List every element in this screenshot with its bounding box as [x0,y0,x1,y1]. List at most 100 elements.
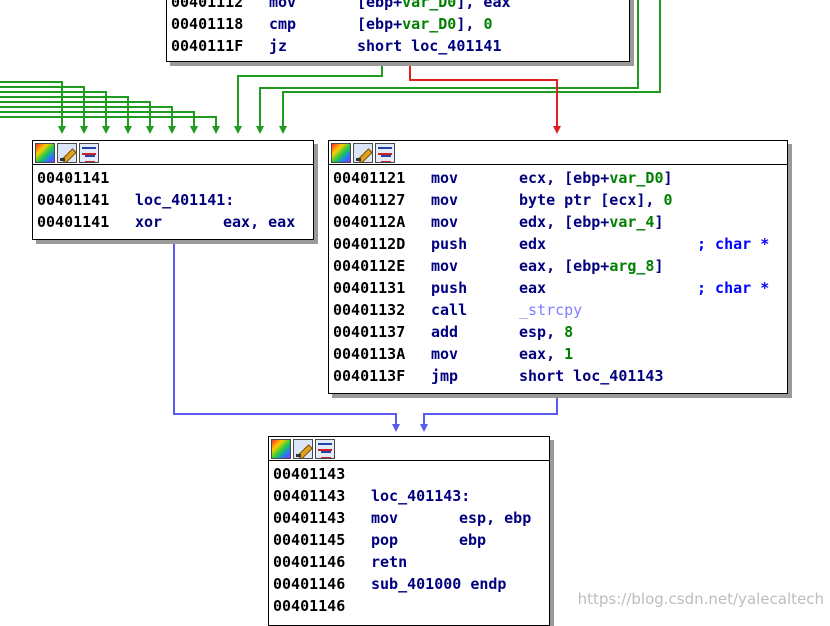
operand: edx [519,235,547,253]
address: 00401141 [37,213,110,231]
asm-line: 00401145 pop ebp [273,529,549,551]
operand: [ebp+ [357,15,403,33]
operand: ecx, [ebp+ [519,169,610,187]
asm-line: 00401121 mov ecx, [ebp+ var_D0] [333,167,787,189]
operand: eax, [ebp+ [519,257,610,275]
mnemonic: mov [431,257,459,275]
variable: var_D0 [402,0,457,11]
variable: arg_8 [609,257,655,275]
false-branch-edge [409,62,561,134]
graph-overview-icon[interactable] [315,438,335,459]
address: 0040112E [333,257,406,275]
address: 00401143 [273,465,346,483]
operand: ] [663,169,673,187]
address: 00401146 [273,553,346,571]
asm-line: 00401141 [37,167,313,189]
operand: eax, [519,345,565,363]
asm-line: 0040113A mov eax, 1 [333,343,787,365]
address: 0040113A [333,345,406,363]
asm-line: 0040113F jmp short loc_401143 [333,365,787,387]
mnemonic: call [431,301,468,319]
operand: ebp [459,531,487,549]
asm-line: 00401137 add esp, 8 [333,321,787,343]
watermark: https://blog.csdn.net/yalecaltech [577,590,824,608]
comment: ; char * [697,235,770,253]
mnemonic: mov [269,0,297,11]
code-block-top[interactable]: 00401112 mov [ebp+ var_D0], eax 00401118 … [166,0,630,62]
asm-line: 00401132 call _strcpy [333,299,787,321]
operand: esp, [519,323,565,341]
true-branch-edge [0,111,198,134]
node-header [269,437,549,461]
color-palette-icon[interactable] [271,438,291,459]
mnemonic: push [431,235,468,253]
code-block-loc-401141[interactable]: 00401141 00401141 loc_401141: 00401141 x… [32,140,314,240]
operand: ], [456,15,484,33]
mnemonic: xor [135,213,163,231]
asm-line: 00401118 cmp [ebp+ var_D0], 0 [171,13,629,35]
asm-line: 00401146 retn [273,551,549,573]
operand: byte ptr [ecx], [519,191,664,209]
color-palette-icon[interactable] [35,142,55,163]
color-palette-icon[interactable] [331,142,351,163]
operand: short loc_401143 [519,367,664,385]
graph-overview-icon[interactable] [375,142,395,163]
true-branch-edge [0,86,88,134]
asm-line: 00401146 [273,595,549,617]
address: 00401132 [333,301,406,319]
mnemonic: add [431,323,459,341]
address: 0040112D [333,235,406,253]
address: 00401141 [37,169,110,187]
symbol[interactable]: _strcpy [519,299,582,321]
operand: eax, eax [223,213,296,231]
code-block-401121[interactable]: 00401121 mov ecx, [ebp+ var_D0] 00401127 mov b… [328,140,788,394]
operand: short loc_401141 [357,37,502,55]
number: 1 [564,345,574,363]
mnemonic: mov [371,509,399,527]
mnemonic: mov [431,169,459,187]
asm-line: 00401143 loc_401143: [273,485,549,507]
mnemonic: mov [431,213,459,231]
address: 00401145 [273,531,346,549]
address: 00401143 [273,509,346,527]
mnemonic: push [431,279,468,297]
operand: [ebp+ [357,0,403,11]
edit-pencil-icon[interactable] [293,438,313,459]
address: 00401143 [273,487,346,505]
address: 00401118 [171,15,244,33]
address: 00401146 [273,575,346,593]
asm-line: 0040112E mov eax, [ebp+ arg_8] [333,255,787,277]
operand: ], eax [456,0,511,11]
asm-line: 00401131 push eax ; char * [333,277,787,299]
asm-line: 0040112A mov edx, [ebp+ var_4] [333,211,787,233]
edit-pencil-icon[interactable] [353,142,373,163]
node-header [329,141,787,165]
operand: esp, ebp [459,509,532,527]
operand: ] [654,257,664,275]
asm-line: 00401112 mov [ebp+ var_D0], eax [171,0,629,13]
asm-line: 00401141 xor eax, eax [37,211,313,233]
mnemonic: retn [371,553,408,571]
address: 00401137 [333,323,406,341]
mnemonic: mov [431,191,459,209]
address: 00401141 [37,191,110,209]
number: 0 [663,191,673,209]
address: 00401112 [171,0,244,11]
mnemonic: pop [371,531,399,549]
address: 00401121 [333,169,406,187]
label: loc_401143: [371,487,471,505]
number: 8 [564,323,574,341]
asm-line: 00401127 mov byte ptr [ecx], 0 [333,189,787,211]
label: sub_401000 endp [371,575,507,593]
number: 0 [483,15,493,33]
code-block-loc-401143[interactable]: 00401143 00401143 loc_401143: 00401143 m… [268,436,550,626]
node-header [33,141,313,165]
graph-overview-icon[interactable] [79,142,99,163]
edit-pencil-icon[interactable] [57,142,77,163]
asm-line: 0040111F jz short loc_401141 [171,35,629,57]
asm-line: 00401143 mov esp, ebp [273,507,549,529]
address: 00401146 [273,597,346,615]
address: 0040113F [333,367,406,385]
comment: ; char * [697,279,770,297]
address: 0040112A [333,213,406,231]
